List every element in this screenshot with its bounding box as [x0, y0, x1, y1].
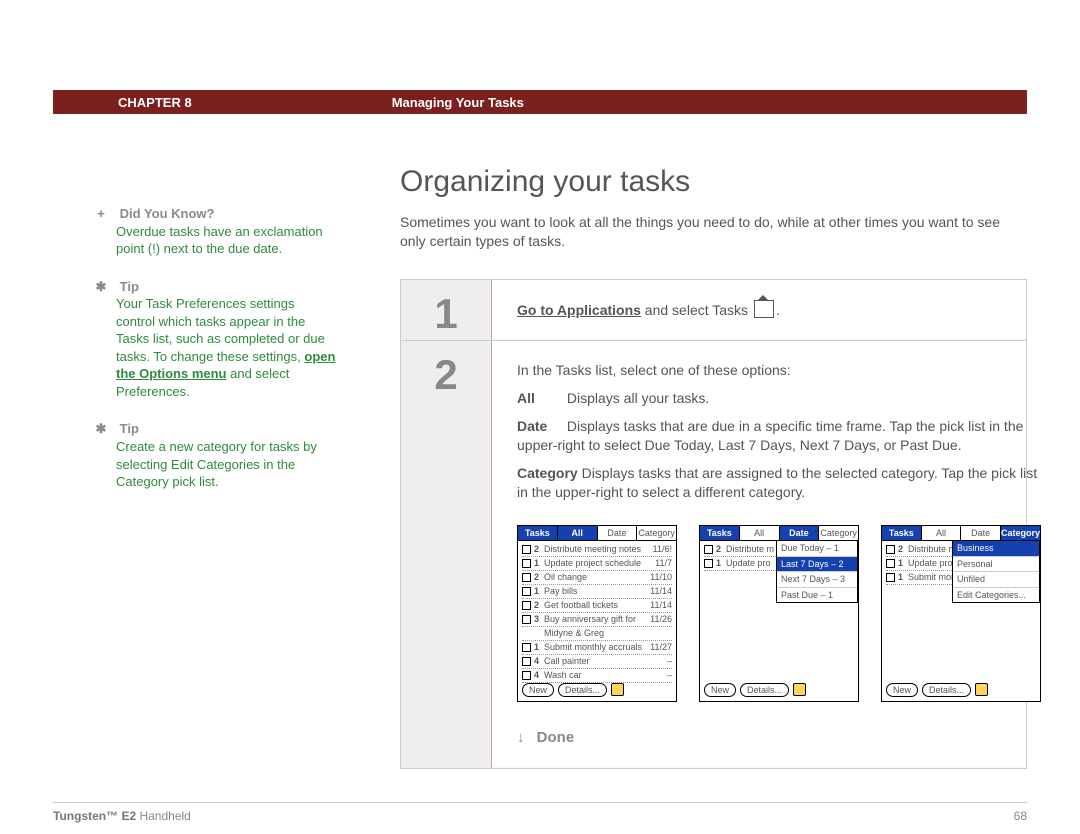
task-row: 2Distribute meeting notes11/6! — [522, 543, 672, 557]
dropdown-item: Last 7 Days – 2 — [777, 557, 857, 573]
dropdown-item: Personal — [953, 557, 1039, 573]
palm3-footer: New Details... — [886, 683, 1036, 697]
step-1-body: Go to Applications and select Tasks . — [492, 280, 1026, 341]
palm2-tab-tasks: Tasks — [700, 526, 740, 541]
dropdown-item: Edit Categories... — [953, 588, 1039, 603]
page-title: Organizing your tasks — [400, 165, 1027, 199]
palm-screen-all: Tasks All Date Category 2Distribute meet… — [517, 525, 677, 702]
palm1-details-button: Details... — [558, 683, 607, 697]
palm1-rows: 2Distribute meeting notes11/6!1Update pr… — [518, 541, 676, 685]
did-you-know-head: + Did You Know? — [116, 205, 336, 223]
def-date: Date Displays tasks that are due in a sp… — [517, 417, 1041, 456]
task-row: 4Call painter– — [522, 655, 672, 669]
down-arrow-icon: ↓ — [517, 729, 525, 746]
palm2-tabs: Tasks All Date Category — [700, 526, 858, 541]
page-footer: Tungsten™ E2 Handheld 68 — [53, 802, 1027, 823]
steps-container: 1 Go to Applications and select Tasks . … — [400, 279, 1027, 769]
tip2-text: Create a new category for tasks by selec… — [116, 438, 336, 491]
chapter-header: CHAPTER 8 Managing Your Tasks — [53, 90, 1027, 114]
palm2-new-button: New — [704, 683, 736, 697]
did-you-know-text: Overdue tasks have an exclamation point … — [116, 223, 336, 258]
task-row: Midyne & Greg — [522, 627, 672, 641]
palm3-tab-category: Category — [1001, 526, 1040, 541]
dropdown-item: Unfiled — [953, 572, 1039, 588]
dropdown-item: Business — [953, 541, 1039, 557]
did-you-know-block: + Did You Know? Overdue tasks have an ex… — [116, 205, 336, 258]
task-row: 4Wash car– — [522, 669, 672, 683]
def-category: Category Displays tasks that are assigne… — [517, 464, 1041, 503]
plus-icon: + — [94, 205, 108, 223]
step-2: 2 In the Tasks list, select one of these… — [401, 341, 1026, 768]
applications-link[interactable]: Go to Applications — [517, 302, 641, 318]
palm1-tab-all: All — [558, 526, 598, 541]
tip2-head: ✱ Tip — [116, 420, 336, 438]
dropdown-item: Next 7 Days – 3 — [777, 572, 857, 588]
palm1-new-button: New — [522, 683, 554, 697]
task-row: 2Get football tickets11/14 — [522, 599, 672, 613]
palm-screen-category: Tasks All Date Category 2Distribute mee1… — [881, 525, 1041, 702]
palm3-tab-all: All — [922, 526, 962, 541]
asterisk-icon: ✱ — [94, 278, 108, 296]
palm1-tab-category: Category — [637, 526, 676, 541]
task-row: 1Update project schedule11/7 — [522, 557, 672, 571]
note-icon — [975, 683, 988, 696]
palm1-tab-tasks: Tasks — [518, 526, 558, 541]
step-2-number: 2 — [401, 341, 492, 768]
palm3-dropdown: BusinessPersonalUnfiledEdit Categories..… — [952, 540, 1040, 603]
sidebar: + Did You Know? Overdue tasks have an ex… — [116, 205, 336, 511]
palm2-details-button: Details... — [740, 683, 789, 697]
dropdown-item: Due Today – 1 — [777, 541, 857, 557]
chapter-label: CHAPTER 8 — [118, 95, 192, 110]
tip1-text: Your Task Preferences settings control w… — [116, 295, 336, 400]
step-2-body: In the Tasks list, select one of these o… — [492, 341, 1066, 768]
note-icon — [611, 683, 624, 696]
palm1-footer: New Details... — [522, 683, 672, 697]
palm1-tabs: Tasks All Date Category — [518, 526, 676, 541]
intro-text: Sometimes you want to look at all the th… — [400, 213, 1027, 251]
product-name: Tungsten™ E2 Handheld — [53, 809, 191, 823]
screenshots-row: Tasks All Date Category 2Distribute meet… — [517, 525, 1041, 702]
palm2-footer: New Details... — [704, 683, 854, 697]
task-row: 1Pay bills11/14 — [522, 585, 672, 599]
step-1-number: 1 — [401, 280, 492, 341]
palm-screen-date: Tasks All Date Category 2Distribute m1Up… — [699, 525, 859, 702]
header-title: Managing Your Tasks — [392, 95, 524, 110]
step-2-intro: In the Tasks list, select one of these o… — [517, 361, 1041, 381]
palm2-tab-date: Date — [780, 526, 820, 541]
palm2-dropdown: Due Today – 1Last 7 Days – 2Next 7 Days … — [776, 540, 858, 603]
palm3-tab-date: Date — [961, 526, 1001, 541]
tip1-head: ✱ Tip — [116, 278, 336, 296]
def-all: All Displays all your tasks. — [517, 389, 1041, 409]
note-icon — [793, 683, 806, 696]
palm2-tab-all: All — [740, 526, 780, 541]
task-row: 3Buy anniversary gift for11/26 — [522, 613, 672, 627]
step-1: 1 Go to Applications and select Tasks . — [401, 280, 1026, 342]
palm1-tab-date: Date — [598, 526, 638, 541]
palm3-details-button: Details... — [922, 683, 971, 697]
tip1-block: ✱ Tip Your Task Preferences settings con… — [116, 278, 336, 401]
done-row: ↓ Done — [517, 727, 1041, 748]
palm3-tab-tasks: Tasks — [882, 526, 922, 541]
page-number: 68 — [1014, 809, 1027, 823]
task-row: 2Oil change11/10 — [522, 571, 672, 585]
palm3-new-button: New — [886, 683, 918, 697]
main-content: Organizing your tasks Sometimes you want… — [400, 165, 1027, 769]
asterisk-icon: ✱ — [94, 420, 108, 438]
dropdown-item: Past Due – 1 — [777, 588, 857, 603]
applications-icon — [754, 300, 774, 318]
task-row: 1Submit monthly accruals11/27 — [522, 641, 672, 655]
tip2-block: ✱ Tip Create a new category for tasks by… — [116, 420, 336, 490]
palm3-tabs: Tasks All Date Category — [882, 526, 1040, 541]
palm2-tab-category: Category — [819, 526, 858, 541]
